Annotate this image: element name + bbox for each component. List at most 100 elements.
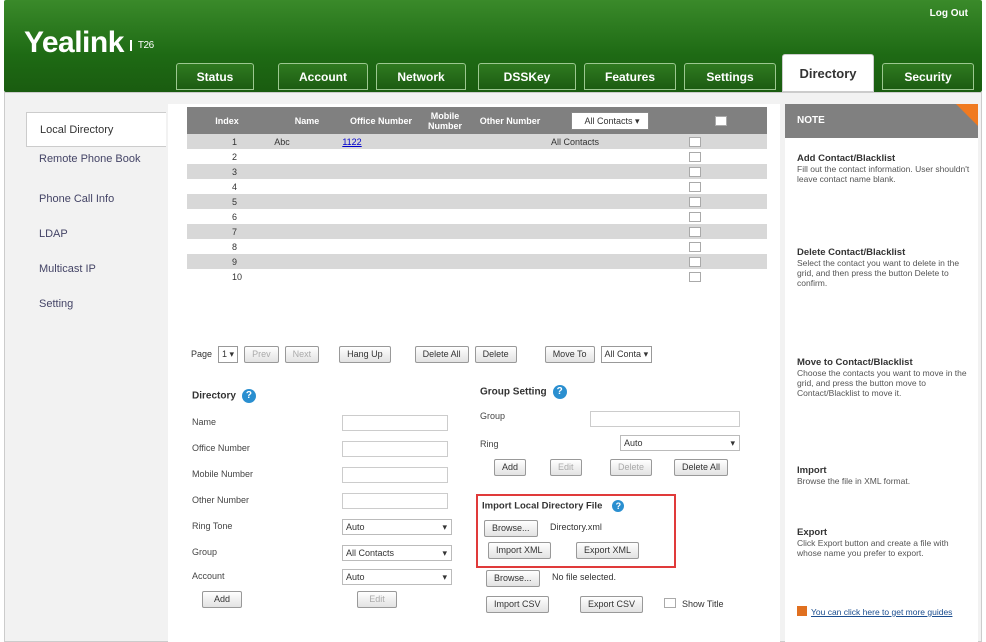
sidebar-item-ldap[interactable]: LDAP (26, 217, 166, 252)
select-all-checkbox[interactable] (715, 115, 727, 126)
row-index: 2 (232, 151, 238, 162)
mobile-number-label: Mobile Number (192, 469, 254, 479)
row-checkbox[interactable] (689, 136, 701, 147)
delete-all-groups-button[interactable]: Delete All (674, 459, 729, 476)
row-index: 6 (232, 211, 238, 222)
group-ring-select[interactable]: Auto (620, 435, 740, 451)
row-index: 4 (232, 181, 238, 192)
directory-title: Directory (192, 390, 236, 402)
tab-security[interactable]: Security (882, 63, 974, 90)
tab-directory[interactable]: Directory (782, 54, 874, 92)
sidebar-item-setting[interactable]: Setting (26, 287, 166, 322)
show-title-label: Show Title (682, 599, 724, 609)
tab-settings[interactable]: Settings (684, 63, 776, 90)
row-checkbox[interactable] (689, 181, 701, 192)
contacts-grid: Index Name Office Number Mobile Number O… (187, 107, 767, 284)
move-target-select[interactable]: All Conta ▾ (600, 345, 653, 363)
office-number-input[interactable] (342, 441, 448, 457)
delete-group-button[interactable]: Delete (610, 459, 653, 476)
sidebar-item-multicast-ip[interactable]: Multicast IP (26, 252, 166, 287)
import-csv-button[interactable]: Import CSV (486, 596, 549, 613)
help-icon[interactable]: ? (241, 389, 256, 403)
table-row[interactable]: 7 (187, 224, 767, 239)
group-setting-title: Group Setting (480, 386, 547, 398)
note-import: Import Browse the file in XML format. (797, 465, 911, 487)
import-title: Import Local Directory File (482, 500, 603, 512)
table-row[interactable]: 10 (187, 269, 767, 284)
tab-dsskey[interactable]: DSSKey (478, 63, 576, 90)
row-checkbox[interactable] (689, 166, 701, 177)
name-label: Name (192, 417, 217, 427)
tab-status[interactable]: Status (176, 63, 254, 90)
table-row[interactable]: 8 (187, 239, 767, 254)
col-office: Office Number (349, 115, 412, 126)
export-xml-button[interactable]: Export XML (576, 542, 640, 559)
row-checkbox[interactable] (689, 256, 701, 267)
header-bar: Yealink T26 Log Out Status Account Networ… (4, 0, 982, 92)
grid-toolbar: Page 1 ▾ Prev Next Hang Up Delete All De… (187, 344, 767, 364)
prev-button[interactable]: Prev (244, 345, 279, 363)
row-office[interactable]: 1122 (317, 137, 387, 147)
group-filter-select[interactable]: All Contacts ▾ (571, 111, 649, 130)
row-index: 10 (232, 271, 243, 282)
guide-link[interactable]: You can click here to get more guides (797, 606, 971, 617)
row-checkbox[interactable] (689, 226, 701, 237)
other-number-input[interactable] (342, 493, 448, 509)
selected-file-name: Directory.xml (550, 522, 602, 532)
browse-csv-button[interactable]: Browse... (486, 570, 540, 587)
table-row[interactable]: 2 (187, 149, 767, 164)
browse-xml-button[interactable]: Browse... (484, 520, 538, 537)
table-row[interactable]: 9 (187, 254, 767, 269)
help-icon[interactable]: ? (612, 500, 625, 512)
edit-contact-button[interactable]: Edit (357, 591, 397, 608)
table-row[interactable]: 4 (187, 179, 767, 194)
sidebar-item-remote-phone-book[interactable]: Remote Phone Book (26, 147, 166, 182)
row-checkbox[interactable] (689, 151, 701, 162)
row-index: 9 (232, 256, 238, 267)
row-group: All Contacts (551, 136, 600, 147)
sidebar-item-local-directory[interactable]: Local Directory (26, 112, 166, 147)
add-group-button[interactable]: Add (494, 459, 527, 476)
note-add: Add Contact/Blacklist Fill out the contac… (797, 153, 970, 185)
grid-body: 1 Abc 1122 All Contacts 2 3 4 5 6 7 8 9 10 (187, 134, 767, 284)
hang-up-button[interactable]: Hang Up (339, 345, 391, 363)
group-label: Group (192, 547, 218, 557)
row-index: 1 (232, 136, 238, 147)
logout-link[interactable]: Log Out (930, 8, 968, 19)
export-csv-button[interactable]: Export CSV (580, 596, 644, 613)
help-icon[interactable]: ? (552, 385, 567, 399)
import-xml-button[interactable]: Import XML (488, 542, 551, 559)
mobile-number-input[interactable] (342, 467, 448, 483)
note-panel: NOTE Add Contact/Blacklist Fill out the c… (785, 104, 978, 642)
delete-all-contacts-button[interactable]: Delete All (414, 345, 469, 363)
table-row[interactable]: 1 Abc 1122 All Contacts (187, 134, 767, 149)
tab-features[interactable]: Features (584, 63, 676, 90)
row-checkbox[interactable] (689, 211, 701, 222)
tab-account[interactable]: Account (278, 63, 368, 90)
ring-label: Ring (480, 439, 499, 449)
name-input[interactable] (342, 415, 448, 431)
table-row[interactable]: 5 (187, 194, 767, 209)
show-title-checkbox[interactable] (664, 598, 676, 608)
account-select[interactable]: Auto (342, 569, 452, 585)
table-row[interactable]: 6 (187, 209, 767, 224)
ring-tone-label: Ring Tone (192, 521, 233, 531)
sidebar-item-phone-call-info[interactable]: Phone Call Info (26, 182, 166, 217)
tab-network[interactable]: Network (376, 63, 466, 90)
col-name: Name (294, 115, 320, 126)
group-name-input[interactable] (590, 411, 740, 427)
edit-group-button[interactable]: Edit (550, 459, 582, 476)
group-select[interactable]: All Contacts (342, 545, 452, 561)
delete-contact-button[interactable]: Delete (474, 345, 517, 363)
sidebar: Local Directory Remote Phone Book Phone … (26, 112, 166, 322)
page-select[interactable]: 1 ▾ (218, 345, 239, 363)
next-button[interactable]: Next (284, 345, 320, 363)
ring-tone-select[interactable]: Auto (342, 519, 452, 535)
table-row[interactable]: 3 (187, 164, 767, 179)
add-contact-button[interactable]: Add (202, 591, 242, 608)
col-mobile: Mobile Number (427, 110, 462, 131)
row-checkbox[interactable] (689, 196, 701, 207)
row-checkbox[interactable] (689, 241, 701, 252)
row-checkbox[interactable] (689, 271, 701, 282)
move-to-button[interactable]: Move To (544, 345, 595, 363)
